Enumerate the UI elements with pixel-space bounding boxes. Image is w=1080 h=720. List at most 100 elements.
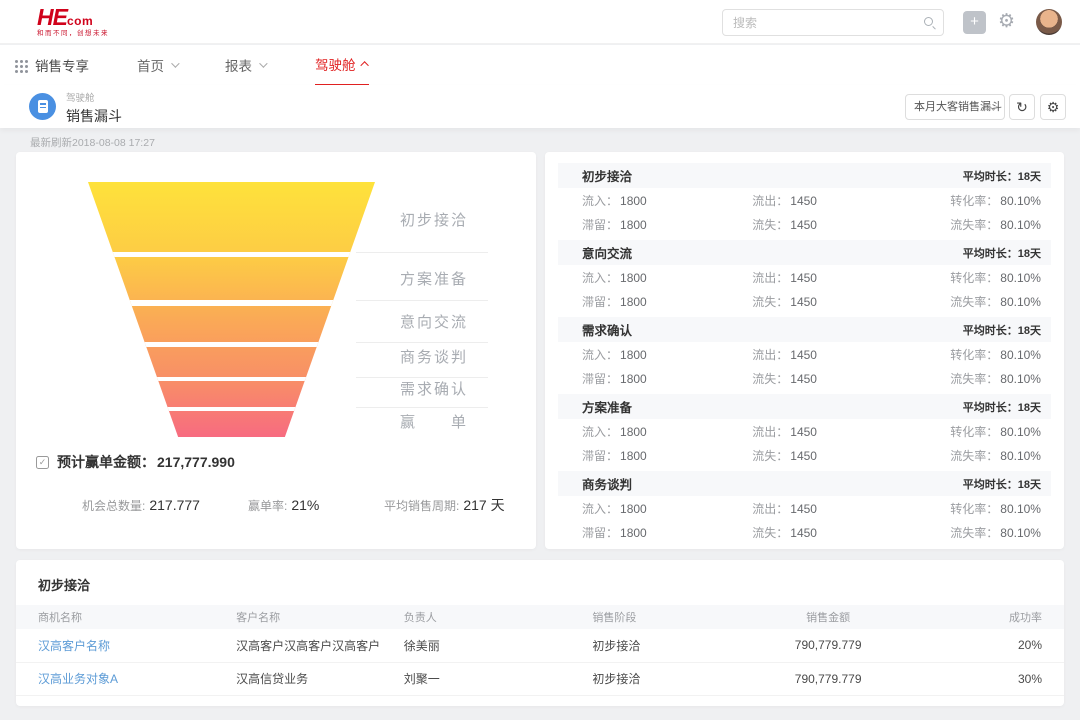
funnel-stage-label: 初步接洽: [400, 211, 510, 231]
brand-tagline: 和而不同，创想未来: [37, 31, 109, 38]
chevron-up-icon: [360, 61, 368, 69]
gear-icon: ⚙: [1047, 99, 1060, 115]
stage-title: 意向交流: [582, 243, 632, 262]
metric: 流失：1450: [752, 524, 900, 541]
metric: 流失率：80.10%: [900, 524, 1041, 541]
stat-opportunities: 机会总数量:217.777: [82, 490, 200, 521]
logo-he: HE: [37, 4, 67, 30]
funnel-stage-label: 赢 单: [400, 413, 510, 433]
metric: 滞留：1800: [582, 293, 752, 310]
funnel-filter-select[interactable]: 本月大客销售漏斗: [905, 94, 1005, 120]
funnel-stage-label: 意向交流: [400, 313, 510, 333]
apps-grid-icon[interactable]: [15, 60, 18, 63]
funnel-stage-label: 方案准备: [400, 270, 510, 290]
page-header: 驾驶舱 销售漏斗 本月大客销售漏斗 ↻ ⚙: [0, 85, 1080, 128]
stage-section: 需求确认 平均时长：18天 流入：1800 流出：1450 转化率：80.10%…: [545, 317, 1064, 390]
brand-logo: HEcom 和而不同，创想未来: [37, 6, 109, 38]
global-search[interactable]: [722, 9, 944, 36]
search-input[interactable]: [733, 10, 913, 35]
funnel-shape: [88, 182, 375, 437]
opportunity-link[interactable]: 汉高业务对象A: [38, 672, 118, 686]
refresh-button[interactable]: ↻: [1009, 94, 1035, 120]
nav-item-home[interactable]: 首页: [137, 45, 177, 85]
metric: 流入：1800: [582, 192, 752, 209]
metric: 流失：1450: [752, 447, 900, 464]
stage-section: 方案准备 平均时长：18天 流入：1800 流出：1450 转化率：80.10%…: [545, 394, 1064, 467]
dashboard-badge-icon: [29, 93, 56, 120]
stage-title: 方案准备: [582, 397, 632, 416]
metric: 转化率：80.10%: [900, 346, 1041, 363]
workspace-label[interactable]: 销售专享: [35, 55, 89, 75]
stat-win-rate: 赢单率:21%: [248, 490, 319, 521]
col-header: 成功率: [907, 605, 1064, 629]
cell-amount: 790,779.779: [750, 662, 907, 695]
table-title: 初步接洽: [38, 575, 90, 594]
metric: 流失率：80.10%: [900, 447, 1041, 464]
metric: 滞留：1800: [582, 216, 752, 233]
stat-avg-cycle: 平均销售周期:217 天: [384, 490, 505, 521]
metric: 流出：1450: [752, 192, 900, 209]
cell-stage: 初步接洽: [592, 629, 749, 662]
cell-customer: 汉高客户汉高客户汉高客户: [236, 629, 404, 662]
stage-section: 初步接洽 平均时长：18天 流入：1800 流出：1450 转化率：80.10%…: [545, 163, 1064, 236]
stage-duration: 平均时长：18天: [963, 322, 1041, 338]
table-row: 汉高业务对象A 汉高信贷业务 刘聚一 初步接洽 790,779.779 30%: [16, 662, 1064, 695]
metric: 流失率：80.10%: [900, 370, 1041, 387]
stage-section: 意向交流 平均时长：18天 流入：1800 流出：1450 转化率：80.10%…: [545, 240, 1064, 313]
chevron-down-icon: [259, 59, 267, 67]
col-header: 客户名称: [236, 605, 404, 629]
col-header: 负责人: [404, 605, 593, 629]
expected-win-amount: ✓ 预计赢单金额： 217,777.990: [36, 452, 235, 472]
metric: 转化率：80.10%: [900, 423, 1041, 440]
metric: 流失率：80.10%: [900, 293, 1041, 310]
metric: 流出：1450: [752, 346, 900, 363]
stage-title: 需求确认: [582, 320, 632, 339]
metric: 流入：1800: [582, 346, 752, 363]
page-title: 销售漏斗: [66, 106, 122, 126]
metric: 流入：1800: [582, 423, 752, 440]
metric: 流入：1800: [582, 500, 752, 517]
metric: 流入：1800: [582, 269, 752, 286]
col-header: 商机名称: [16, 605, 236, 629]
cell-customer: 汉高信贷业务: [236, 662, 404, 695]
metric: 流出：1450: [752, 500, 900, 517]
metric: 滞留：1800: [582, 447, 752, 464]
metric: 流出：1450: [752, 423, 900, 440]
checkbox-icon: ✓: [36, 456, 49, 469]
col-header: 销售阶段: [592, 605, 749, 629]
cell-success-rate: 20%: [907, 629, 1064, 662]
stage-title: 商务谈判: [582, 474, 632, 493]
user-avatar[interactable]: [1036, 9, 1062, 35]
metric: 转化率：80.10%: [900, 269, 1041, 286]
expected-win-amount-value: 217,777.990: [157, 454, 235, 470]
metric: 流失：1450: [752, 293, 900, 310]
stage-duration: 平均时长：18天: [963, 399, 1041, 415]
funnel-stage-label: 需求确认: [400, 380, 510, 400]
cell-owner: 徐美丽: [404, 629, 593, 662]
plus-icon: +: [970, 13, 979, 30]
opportunity-link[interactable]: 汉高客户名称: [38, 639, 110, 653]
metric: 转化率：80.10%: [900, 192, 1041, 209]
metric: 流失：1450: [752, 370, 900, 387]
cell-success-rate: 30%: [907, 662, 1064, 695]
funnel-stats: 机会总数量:217.777 赢单率:21% 平均销售周期:217 天: [16, 490, 536, 520]
add-button[interactable]: +: [963, 11, 986, 34]
table-header-row: 商机名称 客户名称 负责人 销售阶段 销售金额 成功率: [16, 605, 1064, 629]
metric: 流失：1450: [752, 216, 900, 233]
cell-owner: 刘聚一: [404, 662, 593, 695]
search-icon[interactable]: [924, 17, 933, 26]
opportunities-table-card: 初步接洽 商机名称 客户名称 负责人 销售阶段 销售金额 成功率 汉高客户名称 …: [16, 560, 1064, 706]
settings-icon[interactable]: ⚙: [998, 9, 1015, 35]
funnel-card: 初步接洽 方案准备 意向交流 商务谈判 需求确认 赢 单 ✓ 预计赢单金额： 2…: [16, 152, 536, 549]
stage-title: 初步接洽: [582, 166, 632, 185]
nav-bar: 销售专享 首页 报表 驾驶舱: [0, 45, 1080, 85]
stage-section: 商务谈判 平均时长：18天 流入：1800 流出：1450 转化率：80.10%…: [545, 471, 1064, 544]
table-row: 汉高客户名称 汉高客户汉高客户汉高客户 徐美丽 初步接洽 790,779.779…: [16, 629, 1064, 662]
funnel-chart: 初步接洽 方案准备 意向交流 商务谈判 需求确认 赢 单: [16, 182, 536, 442]
metric: 滞留：1800: [582, 370, 752, 387]
refresh-icon: ↻: [1016, 99, 1028, 115]
nav-item-cockpit[interactable]: 驾驶舱: [315, 45, 369, 86]
nav-item-reports[interactable]: 报表: [225, 45, 265, 85]
col-header: 销售金额: [750, 605, 907, 629]
config-button[interactable]: ⚙: [1040, 94, 1066, 120]
